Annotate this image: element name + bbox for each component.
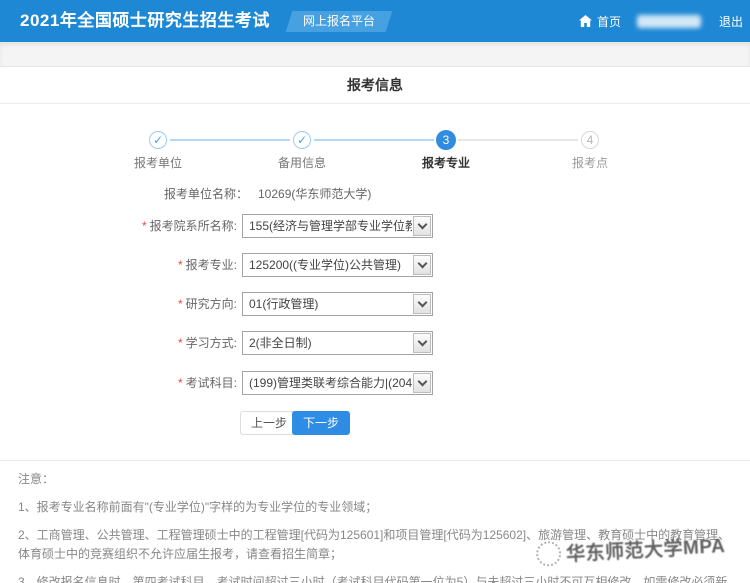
- unit-name-label: 报考单位名称：: [0, 185, 248, 202]
- step-1-circle: ✓: [149, 131, 167, 149]
- exam-subjects-select[interactable]: (199)管理类联考综合能力|(204)英语二|(-)无: [242, 371, 433, 395]
- department-label: *报考院系所名称:: [0, 214, 237, 238]
- notes-heading: 注意：: [18, 470, 734, 487]
- note-item-3: 3、修改报名信息时，第四考试科目，考试时间超过三小时（考试科目代码第一位为5）与…: [18, 573, 734, 583]
- check-icon: ✓: [297, 133, 307, 147]
- page-title: 报考信息: [347, 77, 403, 93]
- step-connector-3-4: [458, 139, 578, 141]
- chevron-down-icon: [413, 333, 431, 353]
- required-asterisk: *: [142, 219, 147, 233]
- chevron-down-icon: [413, 373, 431, 393]
- required-asterisk: *: [178, 297, 183, 311]
- required-asterisk: *: [178, 336, 183, 350]
- step-3-label: 报考专业: [401, 154, 491, 171]
- home-link-label: 首页: [597, 13, 621, 30]
- note-item-2: 2、工商管理、公共管理、工程管理硕士中的工程管理[代码为125601]和项目管理…: [18, 526, 734, 564]
- subheader-strip: [0, 42, 750, 67]
- username-redacted: [637, 15, 701, 28]
- step-2-circle: ✓: [293, 131, 311, 149]
- major-select-value: 125200((专业学位)公共管理): [249, 254, 412, 276]
- department-select-value: 155(经济与管理学部专业学位教育中心): [249, 215, 412, 237]
- research-direction-select-value: 01(行政管理): [249, 293, 412, 315]
- chevron-down-icon: [413, 294, 431, 314]
- unit-name-value: 10269(华东师范大学): [258, 185, 371, 202]
- home-link[interactable]: 首页: [579, 13, 621, 30]
- step-2-label: 备用信息: [257, 154, 347, 171]
- platform-badge: 网上报名平台: [286, 11, 393, 32]
- study-mode-select-value: 2(非全日制): [249, 332, 412, 354]
- platform-badge-label: 网上报名平台: [303, 11, 375, 32]
- step-connector-2-3: [314, 139, 434, 141]
- chevron-down-icon: [413, 216, 431, 236]
- application-page: 2021年全国硕士研究生招生考试 网上报名平台 首页 退出 报考信息 ✓ 报考单…: [0, 0, 750, 583]
- chevron-down-icon: [413, 255, 431, 275]
- notes-section: 注意： 1、报考专业名称前面有"(专业学位)"字样的为专业学位的专业领域； 2、…: [18, 470, 734, 583]
- notes-divider: [0, 460, 750, 461]
- study-mode-select[interactable]: 2(非全日制): [242, 331, 433, 355]
- step-3-circle: 3: [436, 130, 456, 150]
- next-step-button[interactable]: 下一步: [292, 411, 350, 435]
- step-4-label: 报考点: [545, 154, 635, 171]
- note-item-1: 1、报考专业名称前面有"(专业学位)"字样的为专业学位的专业领域；: [18, 498, 734, 517]
- app-header: 2021年全国硕士研究生招生考试 网上报名平台 首页 退出: [0, 0, 750, 42]
- logout-link[interactable]: 退出: [719, 13, 743, 30]
- step-1-label: 报考单位: [113, 154, 203, 171]
- page-title-bar: 报考信息: [0, 67, 750, 104]
- check-icon: ✓: [153, 133, 163, 147]
- department-select[interactable]: 155(经济与管理学部专业学位教育中心): [242, 214, 433, 238]
- required-asterisk: *: [178, 376, 183, 390]
- home-icon: [579, 15, 592, 27]
- research-direction-label: *研究方向:: [0, 292, 237, 316]
- app-title: 2021年全国硕士研究生招生考试: [20, 0, 270, 42]
- step-4-circle: 4: [581, 131, 599, 149]
- major-select[interactable]: 125200((专业学位)公共管理): [242, 253, 433, 277]
- exam-subjects-label: *考试科目:: [0, 371, 237, 395]
- study-mode-label: *学习方式:: [0, 331, 237, 355]
- required-asterisk: *: [178, 258, 183, 272]
- header-nav: 首页 退出: [579, 0, 743, 42]
- prev-step-button[interactable]: 上一步: [240, 411, 298, 435]
- research-direction-select[interactable]: 01(行政管理): [242, 292, 433, 316]
- step-connector-1-2: [170, 139, 290, 141]
- exam-subjects-select-value: (199)管理类联考综合能力|(204)英语二|(-)无: [249, 372, 412, 394]
- major-label: *报考专业:: [0, 253, 237, 277]
